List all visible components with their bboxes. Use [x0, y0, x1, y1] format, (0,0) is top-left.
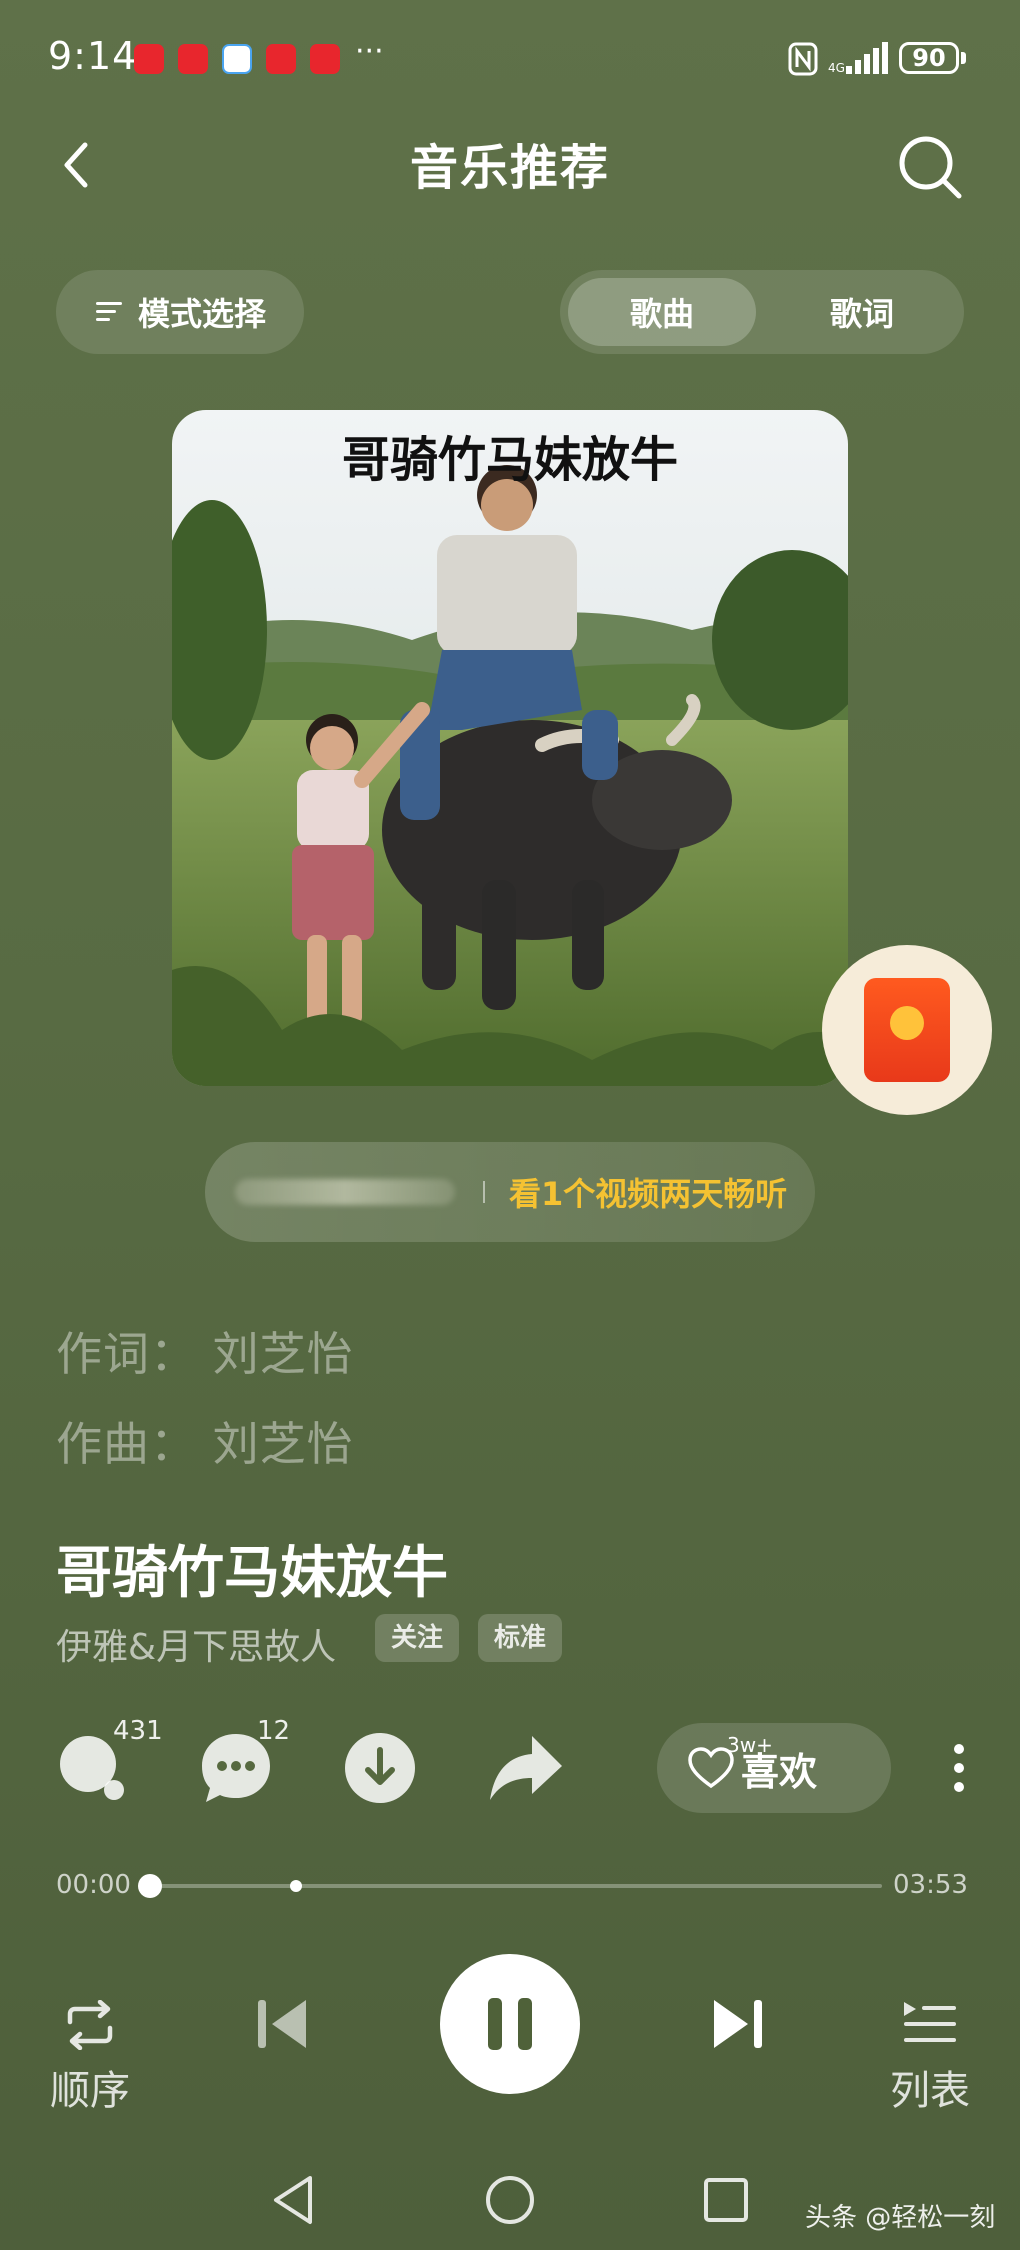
repeat-order-icon[interactable] [62, 2000, 118, 2050]
promo-divider [483, 1181, 485, 1203]
progress-marker [290, 1880, 303, 1892]
red-envelope-icon [864, 978, 950, 1082]
promo-text: 看1个视频两天畅听 [509, 1175, 788, 1213]
cover-title: 哥骑竹马妹放牛 [341, 432, 678, 488]
quality-tag[interactable]: 标准 [478, 1614, 563, 1662]
lyricist-credit: 作词： 刘芝怡 [56, 1327, 354, 1381]
app-notification-icon [178, 44, 208, 74]
repeat-order-label[interactable]: 顺序 [50, 2058, 130, 2116]
song-title: 哥骑竹马妹放牛 [56, 1541, 448, 1606]
artist-name[interactable]: 伊雅&月下思故人 [56, 1618, 336, 1670]
nav-back-icon[interactable] [264, 2170, 324, 2230]
tab-lyrics[interactable]: 歌词 [768, 278, 956, 346]
cover-illustration [172, 410, 848, 1086]
sort-lines-icon [95, 302, 122, 321]
share-icon[interactable] [486, 1728, 566, 1808]
playlist-label[interactable]: 列表 [890, 2058, 970, 2116]
like-count: 3w+ [727, 1733, 773, 1757]
nav-recents-icon[interactable] [696, 2170, 756, 2230]
red-packet-button[interactable] [822, 945, 992, 1115]
battery-tip [961, 52, 966, 64]
follow-tag[interactable]: 关注 [375, 1614, 460, 1662]
current-time: 00:00 [56, 1870, 131, 1900]
watermark: 头条 @轻松一刻 [805, 2203, 996, 2233]
progress-knob[interactable] [138, 1874, 162, 1898]
nfc-icon [788, 42, 818, 76]
svg-text:4G: 4G [828, 61, 845, 75]
page-title: 音乐推荐 [409, 140, 610, 196]
app-notification-icon [134, 44, 164, 74]
composer-credit: 作曲： 刘芝怡 [56, 1417, 354, 1471]
search-icon[interactable] [895, 132, 965, 202]
playlist-icon[interactable] [900, 1998, 958, 2048]
like-button[interactable]: 3w+ 喜欢 [657, 1723, 891, 1813]
app-notification-icon [222, 44, 252, 74]
nav-home-icon[interactable] [480, 2170, 540, 2230]
comment-count: 12 [257, 1716, 291, 1746]
notification-overflow: ··· [355, 34, 384, 69]
next-track-icon[interactable] [710, 1996, 764, 2052]
album-cover[interactable]: 哥骑竹马妹放牛 [172, 410, 848, 1086]
progress-track[interactable] [150, 1884, 882, 1888]
signal-icon: 4G [828, 42, 888, 75]
tab-song[interactable]: 歌曲 [568, 278, 756, 346]
pause-icon [488, 1998, 532, 2050]
search-count: 431 [113, 1716, 163, 1746]
mode-select-button[interactable]: 模式选择 [56, 270, 304, 354]
song-lyrics-tabs: 歌曲 歌词 [560, 270, 964, 354]
more-options-icon[interactable] [952, 1742, 966, 1794]
mode-select-label: 模式选择 [137, 295, 266, 333]
promo-banner[interactable]: 看1个视频两天畅听 [205, 1142, 815, 1242]
pause-button[interactable] [440, 1954, 580, 2094]
status-time: 9:14 [48, 34, 138, 78]
battery-indicator: 90 [899, 42, 959, 74]
download-icon[interactable] [340, 1728, 420, 1808]
app-notification-icon [266, 44, 296, 74]
previous-track-icon[interactable] [256, 1996, 310, 2052]
promo-blurred-text [235, 1179, 455, 1205]
total-time: 03:53 [893, 1870, 968, 1900]
app-notification-icon [310, 44, 340, 74]
